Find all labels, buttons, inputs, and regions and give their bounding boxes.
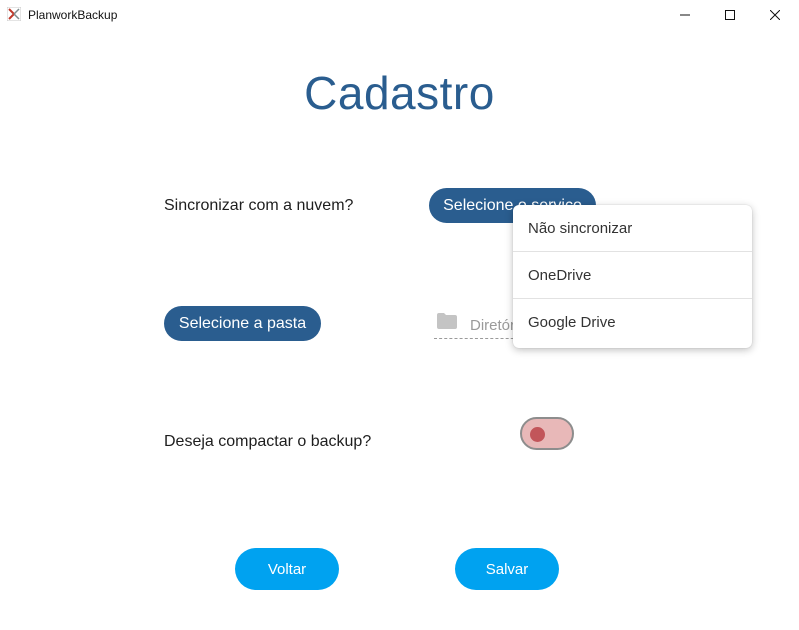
close-button[interactable] — [752, 0, 798, 30]
dropdown-option-no-sync[interactable]: Não sincronizar — [513, 205, 752, 252]
maximize-icon — [725, 10, 735, 20]
folder-icon — [437, 313, 457, 329]
save-button-label: Salvar — [485, 560, 529, 578]
planwork-app-icon — [7, 7, 21, 21]
maximize-button[interactable] — [707, 0, 753, 30]
compact-question-label: Deseja compactar o backup? — [164, 433, 372, 450]
service-dropdown-menu: Não sincronizar OneDrive Google Drive — [513, 205, 752, 348]
select-folder-button[interactable]: Selecione a pasta — [164, 306, 321, 341]
back-button-label: Voltar — [267, 560, 307, 578]
minimize-icon — [680, 14, 690, 16]
dropdown-option-google-drive[interactable]: Google Drive — [513, 299, 752, 346]
directory-field[interactable]: Diretório — [434, 310, 527, 339]
window-titlebar: PlanworkBackup — [0, 0, 799, 30]
back-button[interactable]: Voltar — [235, 548, 339, 590]
page-title: Cadastro — [304, 67, 495, 119]
dropdown-option-onedrive[interactable]: OneDrive — [513, 252, 752, 299]
minimize-button[interactable] — [662, 0, 708, 30]
select-folder-label: Selecione a pasta — [178, 314, 307, 332]
toggle-knob[interactable] — [530, 427, 545, 442]
save-button[interactable]: Salvar — [455, 548, 559, 590]
compact-toggle[interactable] — [520, 417, 574, 450]
close-icon — [770, 10, 780, 20]
window-title: PlanworkBackup — [28, 8, 118, 22]
sync-question-label: Sincronizar com a nuvem? — [164, 197, 354, 214]
